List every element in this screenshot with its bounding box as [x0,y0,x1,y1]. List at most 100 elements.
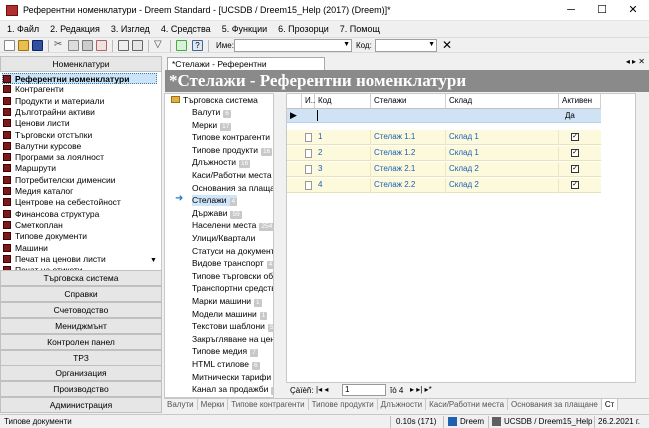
tree-node[interactable]: Статуси на документи [192,246,273,257]
nav-section[interactable]: Счетоводство [0,301,162,318]
help-icon[interactable]: ? [192,40,203,51]
tree-node[interactable]: Типове продукти 16 [192,145,273,156]
name-search-input[interactable]: ▼ [234,39,352,52]
cell-code[interactable]: 4 [315,178,371,193]
nav-item[interactable]: Потребителски дименсии [3,175,116,186]
nav-item[interactable]: Продукти и материали [3,96,104,107]
bottom-tab[interactable]: Каси/Работни места [426,399,509,410]
cell-name[interactable]: Стелаж 1.1 [371,130,446,145]
cell-store[interactable]: Склад 1 [446,146,559,161]
tree-node[interactable]: Видове транспорт 4 [192,258,273,270]
menu-file[interactable]: 1. Файл [0,22,43,34]
delete-icon[interactable] [96,40,107,51]
bottom-tab[interactable]: Типове продукти [309,399,378,410]
cell-store[interactable]: Склад 1 [446,130,559,145]
bottom-tab[interactable]: Валути [164,399,198,410]
table-row[interactable]: 3 Стелаж 2.1 Склад 2 ✓ [287,162,601,177]
cell-code[interactable]: 3 [315,162,371,177]
nav-item[interactable]: Маршрути [3,163,56,174]
tree-node[interactable]: Текстови шаблони 5 [192,321,273,333]
refresh-icon[interactable] [176,40,187,51]
bottom-tab[interactable]: Типове контрагенти [228,399,309,410]
nav-section[interactable]: Производство [0,381,162,398]
bottom-tab[interactable]: Длъжности [378,399,427,410]
tree-node[interactable]: Населени места 254 [192,220,273,232]
cell-name[interactable]: Стелаж 1.2 [371,146,446,161]
tree-node[interactable]: Транспортни средства [192,283,273,294]
new-row[interactable]: ▶ Да [287,109,601,123]
tree-node[interactable]: Държави 59 [192,208,242,219]
table-row[interactable]: 2 Стелаж 1.2 Склад 1 ✓ [287,146,601,161]
active-checkbox[interactable]: ✓ [571,165,579,173]
tree-node[interactable]: Валути 6 [192,107,231,118]
nav-section[interactable]: Справки [0,285,162,302]
chevron-down-icon[interactable]: ▼ [150,257,157,264]
active-checkbox[interactable]: ✓ [571,181,579,189]
cell-code[interactable]: 2 [315,146,371,161]
nav-item[interactable]: Референтни номенклатури [2,73,157,84]
column-header-code[interactable]: Код [315,94,371,109]
nav-item[interactable]: Контрагенти [3,84,64,95]
tree-node[interactable]: Марки машини 1 [192,296,262,307]
column-header-id[interactable]: И... [302,94,317,109]
table-row[interactable]: 1 Стелаж 1.1 Склад 1 ✓ [287,130,601,145]
filter-icon[interactable]: ▽ [154,40,165,51]
print-preview-icon[interactable] [132,40,143,51]
cell-name[interactable]: Стелаж 2.1 [371,162,446,177]
copy-icon[interactable] [68,40,79,51]
nav-section[interactable]: Мениджмънт [0,317,162,334]
clear-icon[interactable]: ✕ [442,39,453,51]
tree-node[interactable]: Типове контрагенти5 [192,132,273,144]
tree-node[interactable]: Закръгляване на цени [192,334,273,345]
tab-shelves[interactable]: *Стелажи - Референтни номенклатури [167,57,325,81]
tree-scrollbar[interactable] [274,93,284,398]
nav-section[interactable]: Организация [0,365,162,382]
nav-item[interactable]: Дълготрайни активи [3,107,95,118]
tree-node[interactable]: Митнически тарифи1 [192,372,273,383]
cut-icon[interactable]: ✂ [54,40,65,51]
chevron-down-icon[interactable]: ▼ [428,41,435,48]
tree-node[interactable]: Стелажи 4 [192,195,238,207]
nav-item[interactable]: Типове документи [3,231,87,242]
pager-first-prev-icons[interactable]: |◂ ◂ [316,385,328,394]
nav-section[interactable]: Търговска система [0,270,162,286]
tree-node[interactable]: Длъжности 16 [192,157,251,169]
table-row[interactable]: 4 Стелаж 2.2 Склад 2 ✓ [287,178,601,193]
close-button[interactable]: ✕ [618,0,648,21]
cell-store[interactable]: Склад 2 [446,178,559,193]
menu-help[interactable]: 7. Помощ [333,22,384,34]
save-icon[interactable] [32,40,43,51]
bottom-tab[interactable]: Ст [601,399,619,410]
chevron-down-icon[interactable]: ▼ [343,41,350,48]
nav-item[interactable]: Финансова структура [3,209,99,220]
open-icon[interactable] [18,40,29,51]
new-icon[interactable] [4,40,15,51]
nav-item[interactable]: Сметкоплан [3,220,63,231]
tree-node[interactable]: Типове медия 7 [192,346,258,358]
cell-name[interactable]: Стелаж 2.2 [371,178,446,193]
column-header-active[interactable]: Активен [559,94,601,109]
nav-item[interactable]: Медия каталог [3,186,73,197]
cell-store[interactable]: Склад 2 [446,162,559,177]
active-checkbox[interactable]: ✓ [571,149,579,157]
maximize-button[interactable]: ☐ [587,0,617,21]
tree-node[interactable]: HTML стилове 6 [192,359,260,370]
menu-tools[interactable]: 4. Средства [154,22,215,34]
code-search-input[interactable]: ▼ [375,39,437,52]
print-icon[interactable] [118,40,129,51]
pager-next-last-icons[interactable]: ▸ ▸| ▸* [410,385,432,394]
nav-item[interactable]: Печат на ценови листи [3,254,106,265]
bottom-tab[interactable]: Мерки [198,399,229,410]
nav-item[interactable]: Машини [3,243,48,254]
tree-node[interactable]: Каси/Работни места1 [192,170,273,181]
menu-windows[interactable]: 6. Прозорци [271,22,333,34]
tree-node[interactable]: Типове търговски обекти [192,271,273,282]
nav-section[interactable]: Администрация [0,397,162,414]
tree-node[interactable]: Основания за плащане [192,183,273,194]
nav-item[interactable]: Търговски отстъпки [3,130,92,141]
tree-node[interactable]: Мерки 17 [192,120,232,131]
column-header-store[interactable]: Склад [446,94,559,109]
tree-root[interactable]: Търговска система [171,95,258,105]
tree-node[interactable]: Канал за продажби4 [192,384,273,396]
active-checkbox[interactable]: ✓ [571,133,579,141]
